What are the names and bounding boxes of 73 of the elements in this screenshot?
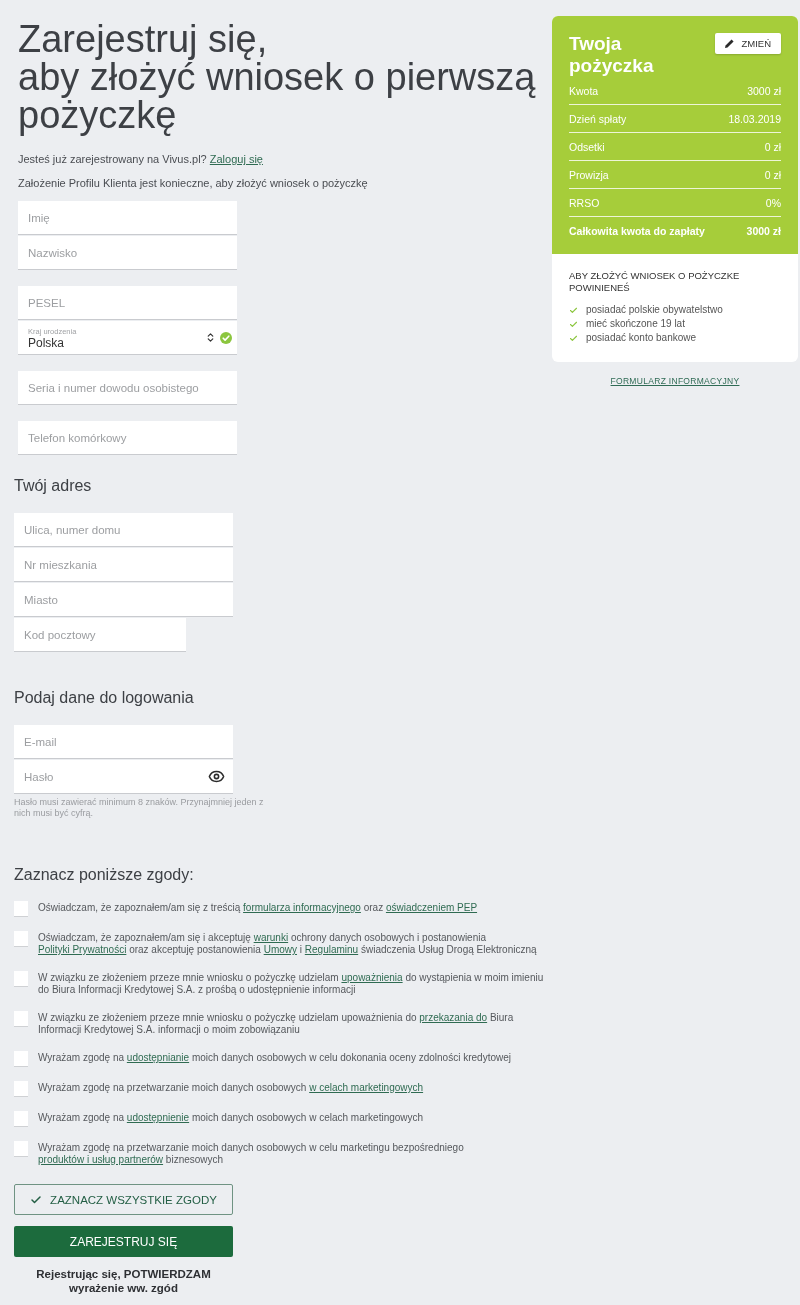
input-field[interactable]: Ulica, numer domu <box>14 513 233 546</box>
select-all-button[interactable]: ZAZNACZ WSZYSTKIE ZGODY <box>14 1184 233 1215</box>
row-value: 0 zł <box>764 168 781 181</box>
text-link[interactable]: warunki <box>253 932 289 943</box>
row-label: Całkowita kwota do zapłaty <box>569 225 705 237</box>
requirement-text: mieć skończone 19 lat <box>586 317 685 331</box>
checkbox[interactable] <box>14 931 28 946</box>
section-title: Twój adres <box>14 476 92 496</box>
sort-icon <box>205 332 216 343</box>
consent-text: W związku ze złożeniem przeze mnie wniosku o pożyczkę udzielam upoważnienia do przekazania do Biura Informacji Kredytowej S.A. informacji o moim zobowiązaniu <box>38 1011 515 1036</box>
info-form-link[interactable]: FORMULARZ INFORMACYJNY <box>610 376 740 386</box>
consent-text: Wyrażam zgodę na przetwarzanie moich danych osobowych w celach marketingowych <box>38 1081 425 1094</box>
row-value: 0% <box>765 196 781 209</box>
text-link[interactable]: w celach marketingowych <box>309 1082 424 1093</box>
change-button[interactable]: ZMIEŃ <box>715 33 781 54</box>
text-link[interactable]: formularza informacyjnego <box>243 902 361 913</box>
input-field[interactable]: Kod pocztowy <box>14 618 186 651</box>
row-label: Kwota <box>569 84 599 97</box>
page-title: Zarejestruj się, aby złożyć wniosek o pierwszą pożyczkę <box>18 20 536 134</box>
password-hint: Hasło musi zawierać minimum 8 znaków. Przynajmniej jeden z nich musi być cyfrą. <box>14 797 265 819</box>
confirm-note: Rejestrując się, POTWIERDZAM wyrażenie ww. zgód <box>35 1267 212 1295</box>
input-field[interactable]: Miasto <box>14 583 233 616</box>
row-value: 18.03.2019 <box>728 112 781 125</box>
text-link[interactable]: udostępnienie <box>126 1112 190 1123</box>
input-field[interactable]: E-mail <box>14 725 233 758</box>
text-link[interactable]: produktów i usług partnerów <box>38 1154 164 1165</box>
section-title: Zaznacz poniższe zgody: <box>14 865 194 885</box>
info-text: Założenie Profilu Klienta jest konieczne, aby złożyć wniosek o pożyczkę <box>18 176 368 191</box>
text-link[interactable]: Umowy <box>263 944 297 955</box>
checkbox[interactable] <box>14 1051 28 1066</box>
consent-text: Wyrażam zgodę na przetwarzanie moich danych osobowych w celu marketingu bezpośredniego produktów i usług partnerów biznesowych <box>38 1141 465 1166</box>
text-link[interactable]: przekazania do <box>419 1012 488 1023</box>
input-field[interactable]: Nr mieszkania <box>14 548 233 581</box>
consent-text: Wyrażam zgodę na udostępnienie moich danych osobowych w celach marketingowych <box>38 1111 425 1124</box>
text-link[interactable]: upoważnienia <box>341 972 403 983</box>
check-icon <box>30 1193 43 1206</box>
text-link[interactable]: oświadczeniem PEP <box>385 902 478 913</box>
requirements-title: ABY ZŁOŻYĆ WNIOSEK O POŻYCZKE POWINIENEŚ <box>569 270 741 294</box>
input-field[interactable]: Seria i numer dowodu osobistego <box>18 371 237 404</box>
row-label: Dzień spłaty <box>569 112 627 125</box>
checkbox[interactable] <box>14 1011 28 1026</box>
checkbox[interactable] <box>14 1081 28 1096</box>
text-link[interactable]: Polityki Prywatności <box>38 944 127 955</box>
consent-text: W związku ze złożeniem przeze mnie wniosku o pożyczkę udzielam upoważnienia do wystąpienia w moim imieniu do Biura Informacji Kredytowej S.A. z prośbą o udostępnienie informacji <box>38 971 545 996</box>
register-button[interactable]: ZAREJESTRUJ SIĘ <box>14 1226 233 1257</box>
row-label: Odsetki <box>569 140 605 153</box>
pencil-icon <box>725 39 735 48</box>
consent-text: Wyrażam zgodę na udostępnianie moich danych osobowych w celu dokonania oceny zdolności kredytowej <box>38 1051 512 1064</box>
consent-text: Oświadczam, że zapoznałem/am się i akceptuję warunki ochrony danych osobowych i postanowienia Polityki Prywatności oraz akceptuję postanowienia Umowy i Regulaminu świadczenia Usług Drogą Elektroniczną <box>38 931 538 956</box>
text-link[interactable]: Zaloguj się <box>209 153 263 165</box>
row-value: 3000 zł <box>747 84 781 97</box>
eye-icon[interactable] <box>208 768 225 785</box>
consent-text: Oświadczam, że zapoznałem/am się z treścią formularza informacyjnego oraz oświadczeniem PEP <box>38 901 479 914</box>
row-label: Prowizja <box>569 168 609 181</box>
password-field[interactable]: Hasło <box>14 760 233 793</box>
input-field[interactable]: Nazwisko <box>18 236 237 269</box>
requirement-text: posiadać konto bankowe <box>586 331 697 345</box>
row-value: 3000 zł <box>746 225 781 237</box>
text-link[interactable]: udostępnianie <box>126 1052 190 1063</box>
input-field[interactable]: Telefon komórkowy <box>18 421 237 454</box>
login-prompt: Jesteś już zarejestrowany na Vivus.pl? Zaloguj się <box>18 152 263 167</box>
row-label: RRSO <box>569 196 600 209</box>
checkbox[interactable] <box>14 971 28 986</box>
section-title: Podaj dane do logowania <box>14 688 194 708</box>
input-field[interactable]: Imię <box>18 201 237 234</box>
checkbox[interactable] <box>14 1141 28 1156</box>
checkbox[interactable] <box>14 1111 28 1126</box>
checkbox[interactable] <box>14 901 28 916</box>
row-value: 0 zł <box>764 140 781 153</box>
input-field[interactable]: PESEL <box>18 286 237 319</box>
card-title: Twoja pożyczka <box>569 33 655 77</box>
text-link[interactable]: Regulaminu <box>304 944 359 955</box>
requirement-text: posiadać polskie obywatelstwo <box>586 303 723 317</box>
